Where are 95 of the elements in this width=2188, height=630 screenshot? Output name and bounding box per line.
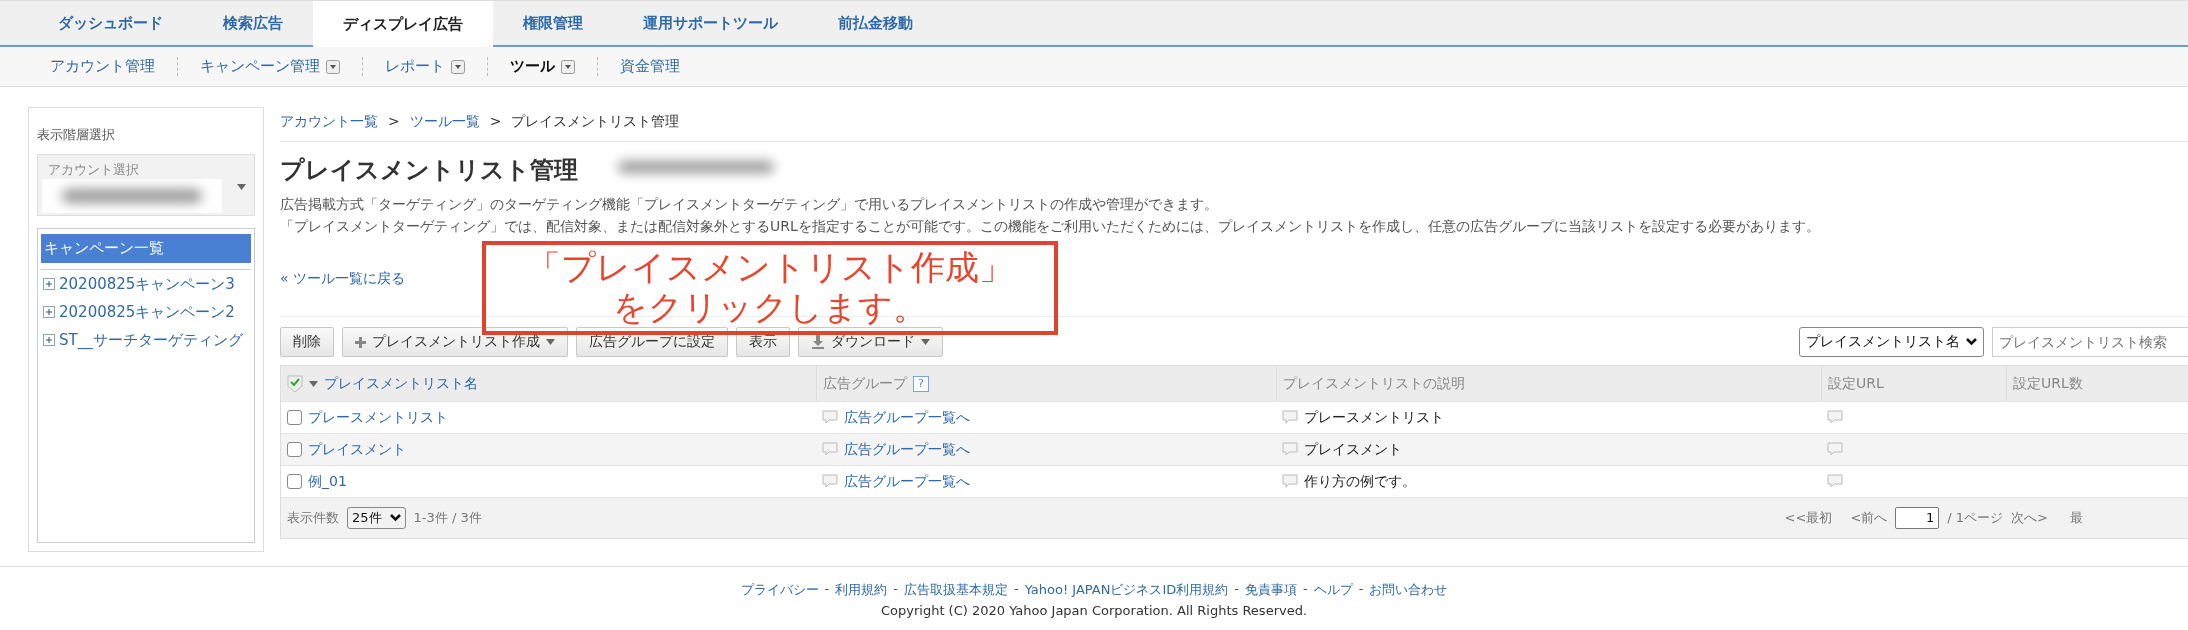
ad-group-link[interactable]: 広告グループ一覧へ xyxy=(844,440,970,459)
sub-nav-item[interactable]: キャンペーン管理 xyxy=(200,57,320,76)
nav-tab[interactable]: 運用サポートツール xyxy=(613,1,808,45)
footer-separator: - xyxy=(1358,581,1364,598)
breadcrumb-link[interactable]: ツール一覧 xyxy=(409,113,480,131)
nav-tab[interactable]: 権限管理 xyxy=(493,1,613,45)
description-cell: プレースメントリスト xyxy=(1304,408,1444,427)
footer-link[interactable]: Yahoo! JAPANビジネスID利用規約 xyxy=(1024,581,1229,599)
column-header: 設定URL xyxy=(1828,374,1884,393)
footer-separator: - xyxy=(1234,581,1239,598)
first-page-link[interactable]: <<最初 xyxy=(1784,509,1833,527)
result-count: 1-3件 / 3件 xyxy=(413,509,482,527)
sort-icon xyxy=(309,380,318,387)
nav-tab[interactable]: 前払金移動 xyxy=(808,1,943,45)
comment-icon xyxy=(1827,410,1843,425)
footer-link[interactable]: 広告取扱基本規定 xyxy=(904,581,1008,599)
download-icon xyxy=(811,335,825,349)
callout-annotation: 「プレイスメントリスト作成」 をクリックします。 xyxy=(482,241,1058,335)
ad-group-link[interactable]: 広告グループ一覧へ xyxy=(844,408,970,427)
comment-icon xyxy=(1282,442,1298,457)
footer-separator: - xyxy=(1303,581,1308,598)
comment-icon xyxy=(1282,474,1298,489)
page-size-label: 表示件数 xyxy=(287,509,339,527)
copyright-text: Copyright (C) 2020 Yahoo Japan Corporation. All Rights Reserved. xyxy=(879,603,1309,618)
expand-icon[interactable] xyxy=(43,306,55,318)
dropdown-icon[interactable] xyxy=(561,59,575,74)
nav-tab[interactable]: ダッシュボード xyxy=(28,1,193,45)
breadcrumb-link[interactable]: アカウント一覧 xyxy=(280,113,378,131)
footer-link[interactable]: 利用規約 xyxy=(835,581,888,599)
caret-icon xyxy=(546,339,555,345)
dropdown-icon xyxy=(237,184,246,190)
search-field[interactable]: プレイスメントリスト検索 xyxy=(1992,327,2188,357)
footer-link[interactable]: 免責事項 xyxy=(1245,581,1297,599)
ad-group-link[interactable]: 広告グループ一覧へ xyxy=(844,472,970,491)
page-total: / 1ページ xyxy=(1947,509,2004,527)
comment-icon xyxy=(822,442,838,457)
page-number-field[interactable]: 1 xyxy=(1895,507,1940,529)
breadcrumb-separator: > xyxy=(388,113,400,131)
footer-separator: - xyxy=(824,581,830,598)
description-cell: プレイスメント xyxy=(1304,440,1402,459)
page-title: プレイスメントリスト管理 xyxy=(280,155,578,186)
sub-nav-item[interactable]: アカウント管理 xyxy=(50,57,155,76)
list-name-link[interactable]: プレイスメント xyxy=(308,440,406,459)
column-header[interactable]: プレイスメントリスト名 xyxy=(324,374,478,393)
campaign-item[interactable]: 20200825キャンペーン2 xyxy=(59,302,235,322)
row-checkbox[interactable] xyxy=(287,474,302,489)
row-checkbox[interactable] xyxy=(287,410,302,425)
column-header: 広告グループ xyxy=(823,374,907,393)
list-name-link[interactable]: プレースメントリスト xyxy=(308,408,448,427)
account-select[interactable]: アカウント選択 xyxy=(37,154,255,216)
list-name-link[interactable]: 例_01 xyxy=(308,472,347,491)
chevron-icon xyxy=(389,514,401,522)
footer-link[interactable]: お問い合わせ xyxy=(1369,581,1448,599)
dropdown-icon[interactable] xyxy=(326,59,340,74)
next-page-link[interactable]: 次へ> xyxy=(2011,509,2048,527)
breadcrumb-separator: > xyxy=(489,113,502,131)
description-cell: 作り方の例です。 xyxy=(1304,472,1416,491)
campaign-item[interactable]: ST__サーチターゲティング xyxy=(59,330,243,350)
plus-icon xyxy=(355,336,366,348)
caret-icon xyxy=(921,339,930,345)
column-header: プレイスメントリストの説明 xyxy=(1283,374,1465,393)
dropdown-icon[interactable] xyxy=(451,59,465,74)
select-all-icon[interactable] xyxy=(287,374,303,393)
sub-nav-item[interactable]: レポート xyxy=(385,57,445,76)
comment-icon xyxy=(1827,442,1843,457)
page-size-select[interactable]: 25件 xyxy=(347,507,406,529)
chevron-icon xyxy=(1966,338,1977,346)
sidebar-title: 表示階層選択 xyxy=(37,126,116,144)
sub-nav-item[interactable]: ツール xyxy=(510,57,555,76)
description-text: 「プレイスメントターゲティング」では、配信対象、または配信対象外とするURLを指定することが可能です。この機能をご利用いただくためには、プレイスメントリストを作成し、任意の広告グループに当該リストを設定する必要があります。 xyxy=(280,218,1821,236)
footer-separator: - xyxy=(1014,581,1019,598)
footer-link[interactable]: ヘルプ xyxy=(1313,581,1353,599)
previous-page-link[interactable]: <前へ xyxy=(1850,509,1888,527)
sub-nav-item[interactable]: 資金管理 xyxy=(620,57,680,76)
breadcrumb-current: プレイスメントリスト管理 xyxy=(511,113,680,131)
filter-select[interactable]: プレイスメントリスト名 xyxy=(1799,327,1984,357)
comment-icon xyxy=(1827,474,1843,489)
help-icon[interactable]: ? xyxy=(913,375,929,392)
back-link[interactable]: « ツール一覧に戻る xyxy=(280,270,406,288)
footer-link[interactable]: プライバシー xyxy=(740,581,819,599)
nav-tab[interactable]: 検索広告 xyxy=(193,1,313,45)
comment-icon xyxy=(1282,410,1298,425)
toolbar-button[interactable]: プレイスメントリスト作成 xyxy=(342,327,568,357)
comment-icon xyxy=(822,474,838,489)
row-checkbox[interactable] xyxy=(287,442,302,457)
toolbar-button[interactable]: 削除 xyxy=(280,327,334,357)
campaign-item[interactable]: 20200825キャンペーン3 xyxy=(59,274,235,294)
column-header: 設定URL数 xyxy=(2013,374,2083,393)
nav-tab[interactable]: ディスプレイ広告 xyxy=(313,1,493,47)
footer-separator: - xyxy=(893,581,898,598)
expand-icon[interactable] xyxy=(43,334,55,346)
last-page-link[interactable]: 最 xyxy=(2070,509,2083,527)
comment-icon xyxy=(822,410,838,425)
description-text: 広告掲載方式「ターゲティング」のターゲティング機能「プレイスメントターゲティング」で用いるプレイスメントリストの作成や管理ができます。 xyxy=(280,196,1219,214)
expand-icon[interactable] xyxy=(43,278,55,290)
